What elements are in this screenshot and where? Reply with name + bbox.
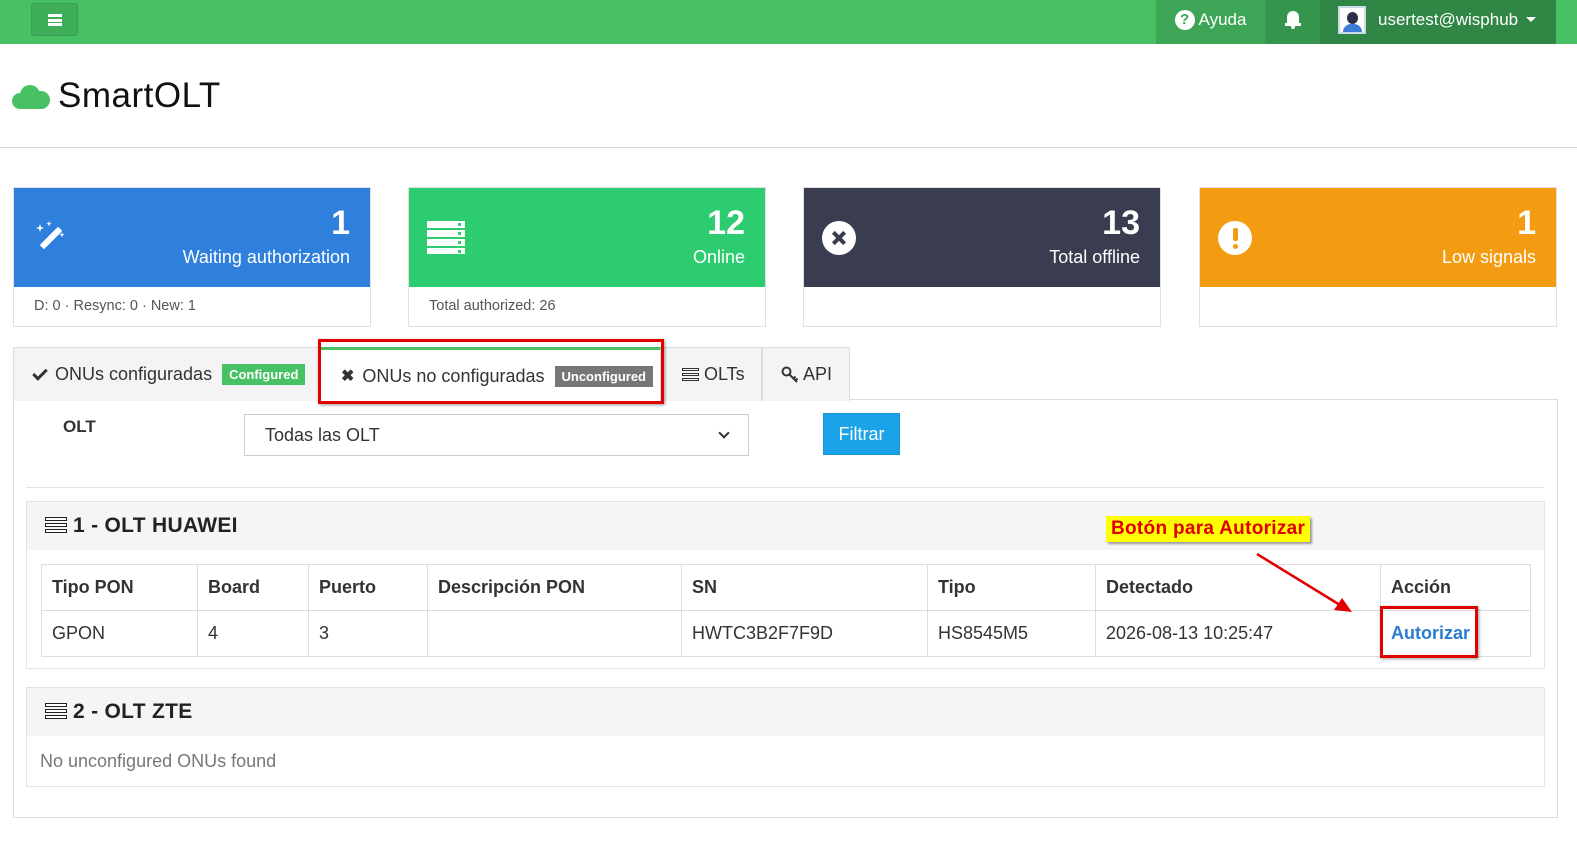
bell-icon [1284, 10, 1301, 29]
column-header: Tipo [927, 564, 1096, 611]
notifications-button[interactable] [1265, 0, 1320, 44]
stat-card-waiting[interactable]: 1 Waiting authorization D: 0 · Resync: 0… [13, 187, 371, 327]
server-icon [45, 703, 67, 721]
stat-card-header: 13 Total offline [804, 188, 1160, 287]
cell-type: HS8545M5 [927, 610, 1096, 657]
help-label: Ayuda [1198, 9, 1247, 29]
hamburger-icon [47, 13, 62, 26]
column-header: Puerto [308, 564, 428, 611]
olt-filter-label: OLT [63, 417, 96, 436]
column-header: SN [681, 564, 928, 611]
olt-title: 2 - OLT ZTE [73, 700, 193, 723]
check-icon [32, 364, 48, 381]
avatar [1338, 5, 1366, 34]
tab-label: API [803, 364, 833, 384]
stat-value: 1 [1517, 204, 1536, 242]
stat-card-low-signals[interactable]: 1 Low signals [1199, 187, 1557, 327]
server-stack-icon [427, 218, 465, 254]
column-header: Board [197, 564, 309, 611]
top-navbar: ? Ayuda usertest@wisphub [0, 0, 1577, 44]
help-link[interactable]: ? Ayuda [1156, 0, 1265, 44]
stat-label: Waiting authorization [182, 247, 350, 267]
tab-label: OLTs [704, 364, 745, 384]
brand-logo[interactable]: SmartOLT [12, 76, 221, 116]
stat-card-online[interactable]: 12 Online Total authorized: 26 [408, 187, 766, 327]
server-icon [45, 517, 67, 535]
column-header: Acción [1380, 564, 1531, 611]
annotation-note: Botón para Autorizar [1106, 516, 1311, 542]
olt-section-zte: 2 - OLT ZTE No unconfigured ONUs found [26, 687, 1545, 787]
stat-value: 1 [331, 204, 350, 242]
stat-label: Online [692, 247, 745, 267]
olt-select[interactable]: Todas las OLT [244, 414, 749, 456]
key-icon [781, 366, 799, 383]
stat-value: 12 [707, 204, 745, 242]
highlight-box-authorize [1380, 606, 1478, 658]
stat-footer: D: 0 · Resync: 0 · New: 1 [34, 298, 196, 314]
column-header: Descripción PON [427, 564, 682, 611]
empty-message: No unconfigured ONUs found [40, 750, 277, 771]
magic-wand-icon [36, 221, 65, 249]
cell-port: 3 [308, 610, 428, 657]
divider [26, 487, 1544, 488]
cell-sn: HWTC3B2F7F9D [681, 610, 928, 657]
stat-label: Low signals [1441, 247, 1536, 267]
brand-name: SmartOLT [58, 76, 221, 115]
cell-board: 4 [197, 610, 309, 657]
user-name: usertest@wisphub [1378, 9, 1519, 29]
filter-button[interactable]: Filtrar [823, 413, 900, 455]
stat-card-header: 1 Low signals [1200, 188, 1556, 287]
olt-title: 1 - OLT HUAWEI [73, 514, 238, 537]
olt-section-header: 2 - OLT ZTE [27, 688, 1544, 736]
user-menu[interactable]: usertest@wisphub [1320, 0, 1556, 44]
stat-card-offline[interactable]: 13 Total offline [803, 187, 1161, 327]
question-circle-icon: ? [1174, 9, 1195, 30]
configured-badge: Configured [222, 364, 306, 385]
exclamation-circle-icon [1218, 218, 1254, 255]
stat-footer [804, 287, 1160, 309]
stat-footer [1200, 287, 1556, 309]
cloud-icon [12, 83, 50, 109]
arrow-icon [1256, 552, 1352, 612]
server-icon [682, 367, 699, 382]
stat-value: 13 [1102, 204, 1140, 242]
stat-card-header: 12 Online [409, 188, 765, 287]
chevron-down-icon [718, 426, 730, 439]
olt-section-header: 1 - OLT HUAWEI [27, 502, 1544, 550]
hamburger-menu-button[interactable] [31, 3, 78, 36]
caret-down-icon [1526, 17, 1537, 22]
stat-card-header: 1 Waiting authorization [14, 188, 370, 287]
cell-description [427, 610, 682, 657]
tab-configured[interactable]: ONUs configuradas Configured [13, 347, 319, 401]
header-divider [0, 147, 1577, 148]
stat-label: Total offline [1049, 247, 1140, 267]
column-header: Tipo PON [41, 564, 198, 611]
stat-footer: Total authorized: 26 [429, 298, 556, 314]
circle-x-icon [822, 218, 858, 255]
cell-pon-type: GPON [41, 610, 198, 657]
highlight-box-tab [318, 339, 664, 404]
olt-select-value: Todas las OLT [265, 424, 380, 445]
tab-olts[interactable]: OLTs [661, 347, 762, 401]
tab-label: ONUs configuradas [55, 364, 213, 384]
tab-api[interactable]: API [762, 347, 850, 401]
